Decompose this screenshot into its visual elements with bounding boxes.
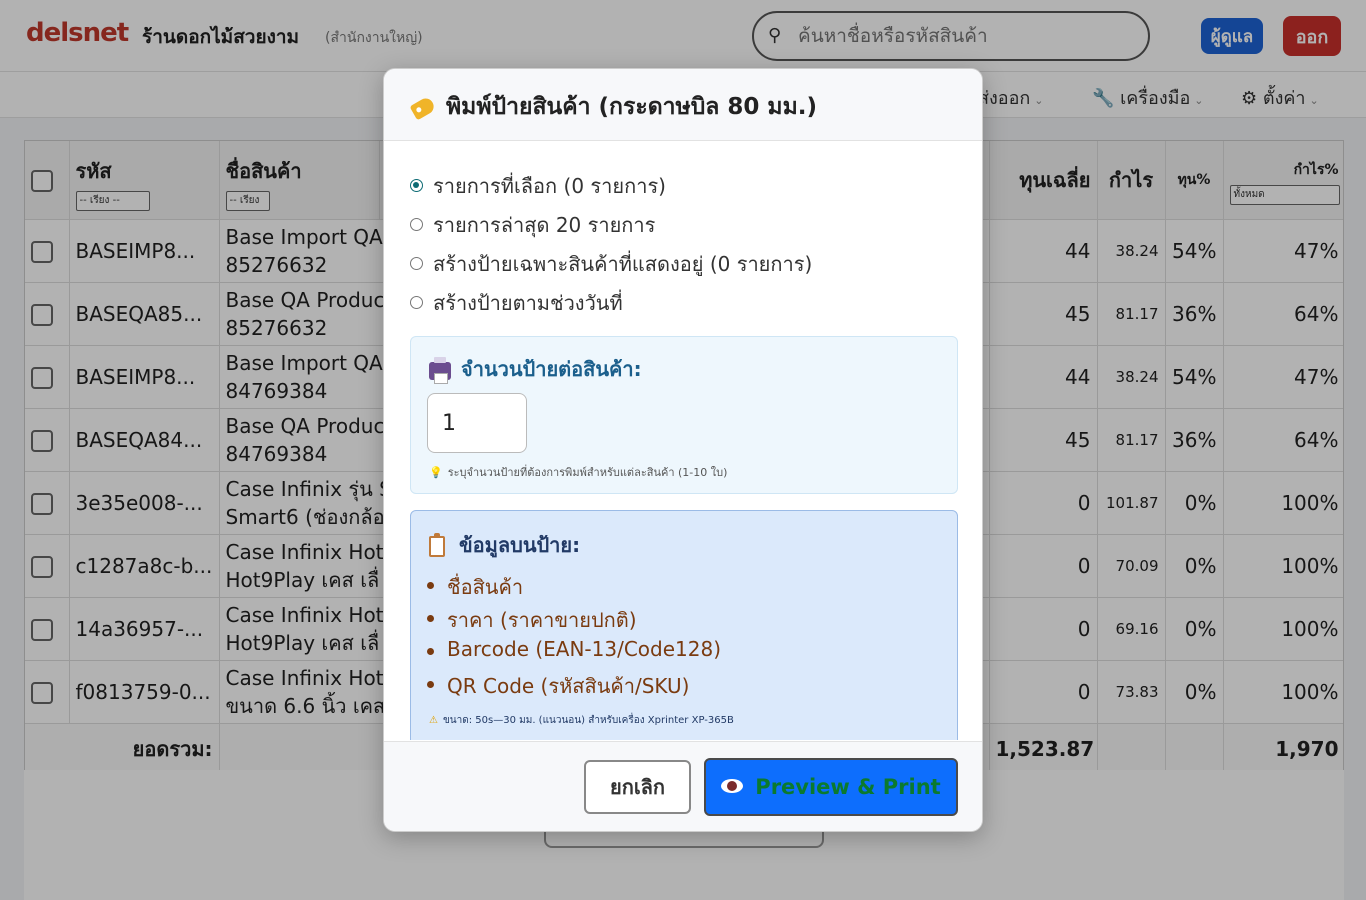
tag-icon [409, 95, 437, 120]
list-item: ชื่อสินค้า [426, 571, 721, 604]
eye-icon [721, 779, 744, 793]
option-selected[interactable]: รายการที่เลือก (0 รายการ) [410, 170, 666, 202]
radio-date-range[interactable] [410, 296, 423, 309]
info-title-text: ข้อมูลบนป้าย: [459, 533, 581, 557]
preview-print-button[interactable]: Preview & Print [704, 758, 958, 816]
clipboard-icon [429, 533, 445, 557]
modal-title: พิมพ์ป้ายสินค้า (กระดาษบิล 80 มม.) [409, 89, 817, 125]
radio-displayed[interactable] [410, 257, 423, 270]
modal-footer: ยกเลิก Preview & Print [384, 741, 982, 831]
radio-selected[interactable] [410, 179, 423, 192]
option-selected-label: รายการที่เลือก (0 รายการ) [433, 174, 666, 198]
modal-header: พิมพ์ป้ายสินค้า (กระดาษบิล 80 มม.) [384, 69, 982, 141]
qty-hint: 💡 ระบุจำนวนป้ายที่ต้องการพิมพ์สำหรับแต่ละ… [429, 463, 727, 481]
lightbulb-icon: 💡 [429, 466, 443, 479]
radio-latest-20[interactable] [410, 218, 423, 231]
option-date-range-label: สร้างป้ายตามช่วงวันที่ [433, 291, 623, 315]
warning-icon: ⚠ [429, 715, 438, 726]
modal-body: รายการที่เลือก (0 รายการ) รายการล่าสุด 2… [384, 142, 982, 740]
label-info-panel: ข้อมูลบนป้าย: ชื่อสินค้า ราคา (ราคาขายปก… [410, 510, 958, 740]
info-note-text: ขนาด: 50s—30 มม. (แนวนอน) สำหรับเครื่อง … [442, 715, 734, 726]
info-list: ชื่อสินค้า ราคา (ราคาขายปกติ) Barcode (E… [426, 571, 721, 703]
modal-title-text: พิมพ์ป้ายสินค้า (กระดาษบิล 80 มม.) [446, 94, 817, 120]
label-quantity-input[interactable] [427, 393, 527, 453]
info-title: ข้อมูลบนป้าย: [429, 529, 580, 561]
list-item: QR Code (รหัสสินค้า/SKU) [426, 670, 721, 703]
qty-title-text: จำนวนป้ายต่อสินค้า: [461, 357, 642, 381]
qty-hint-text: ระบุจำนวนป้ายที่ต้องการพิมพ์สำหรับแต่ละส… [447, 466, 728, 479]
option-latest-20[interactable]: รายการล่าสุด 20 รายการ [410, 209, 655, 241]
option-displayed[interactable]: สร้างป้ายเฉพาะสินค้าที่แสดงอยู่ (0 รายกา… [410, 248, 812, 280]
print-label-modal: พิมพ์ป้ายสินค้า (กระดาษบิล 80 มม.) รายกา… [383, 68, 983, 832]
list-item: Barcode (EAN-13/Code128) [426, 637, 721, 670]
option-date-range[interactable]: สร้างป้ายตามช่วงวันที่ [410, 287, 623, 319]
qty-title: จำนวนป้ายต่อสินค้า: [429, 353, 642, 385]
option-displayed-label: สร้างป้ายเฉพาะสินค้าที่แสดงอยู่ (0 รายกา… [433, 252, 813, 276]
printer-icon [429, 356, 451, 384]
cancel-button[interactable]: ยกเลิก [584, 760, 691, 814]
info-note: ⚠ ขนาด: 50s—30 มม. (แนวนอน) สำหรับเครื่อง… [429, 713, 734, 728]
list-item: ราคา (ราคาขายปกติ) [426, 604, 721, 637]
label-quantity-panel: จำนวนป้ายต่อสินค้า: 💡 ระบุจำนวนป้ายที่ต้อ… [410, 336, 958, 494]
preview-print-label: Preview & Print [755, 775, 941, 799]
option-latest-20-label: รายการล่าสุด 20 รายการ [433, 213, 656, 237]
